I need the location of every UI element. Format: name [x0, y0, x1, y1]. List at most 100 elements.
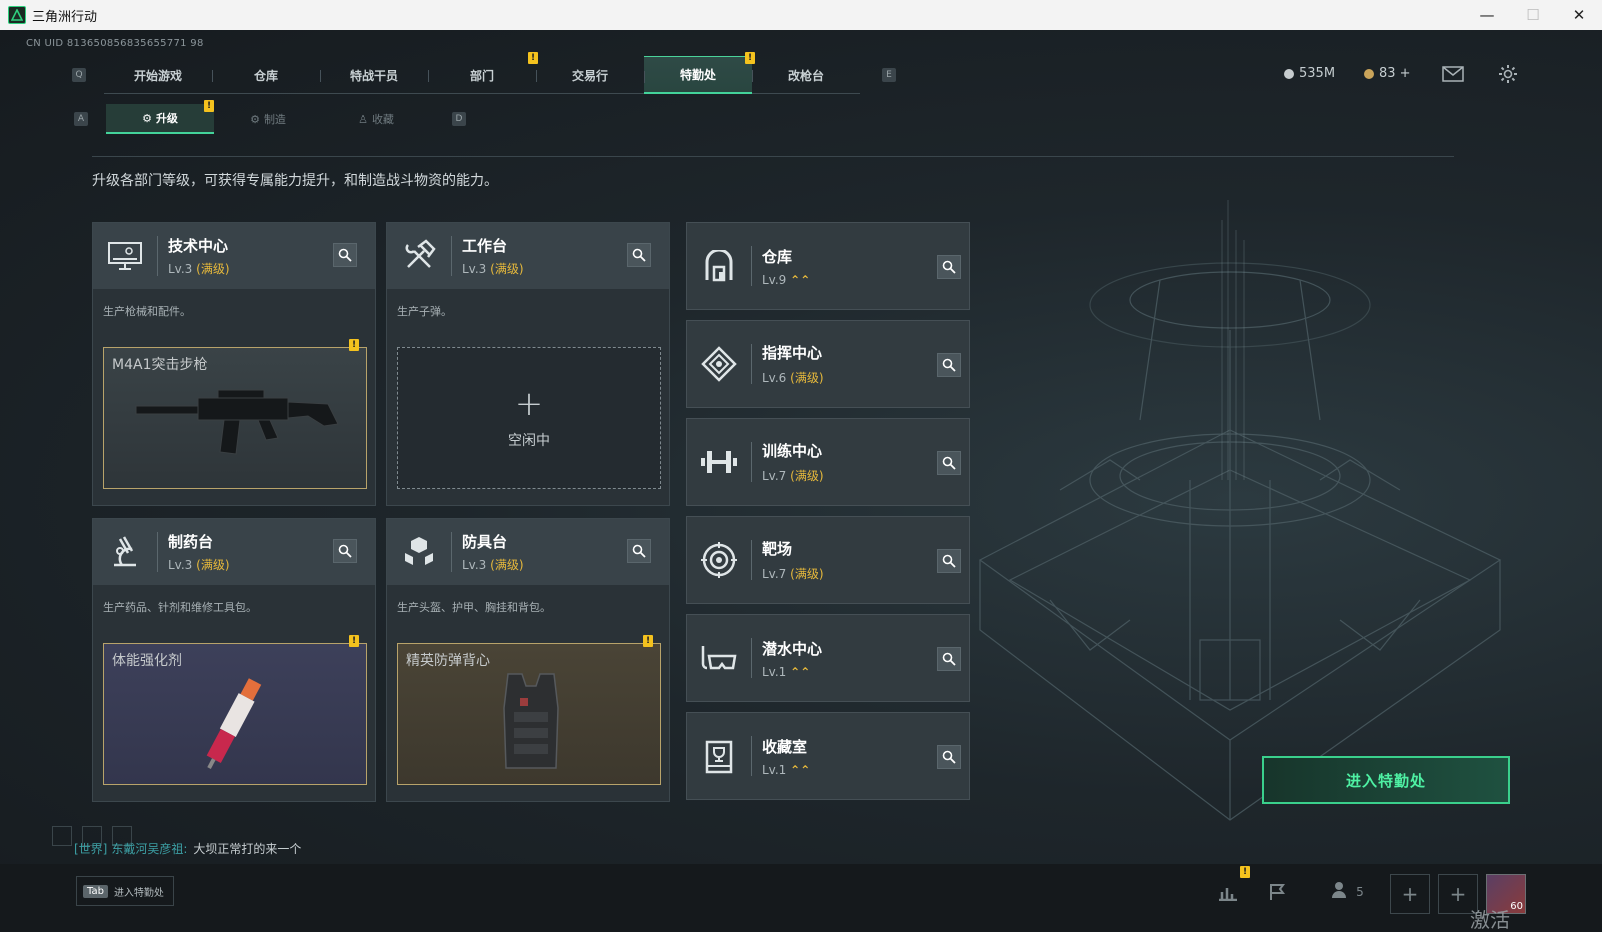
upgrade-alert-badge: !: [204, 100, 214, 112]
slot-alert-badge: !: [349, 635, 359, 647]
world-chat-line[interactable]: [世界] 东戴河吴彦祖: 大坝正常打的来一个: [74, 840, 301, 857]
search-button[interactable]: [937, 255, 961, 279]
card-training-center[interactable]: 训练中心 Lv.7 (满级): [686, 418, 970, 506]
maximize-button[interactable]: ☐: [1510, 0, 1556, 30]
search-button[interactable]: [333, 243, 357, 267]
tab-key: Tab: [83, 884, 108, 898]
subtab-upgrade-label: 升级: [155, 112, 178, 125]
slot-item-name: 体能强化剂: [112, 653, 182, 669]
player-uid: CN UID 813650856835655771 98: [26, 38, 204, 49]
tab-operators[interactable]: 特战干员: [320, 56, 428, 94]
search-button[interactable]: [333, 539, 357, 563]
card-title: 训练中心: [762, 442, 823, 460]
card-title: 靶场: [762, 540, 793, 558]
header-separator: [751, 540, 752, 580]
flag-icon[interactable]: [1264, 878, 1292, 906]
card-workbench[interactable]: 工作台 Lv.3 (满级) 生产子弹。 + 空闲中: [386, 222, 670, 506]
card-diving-center[interactable]: 潜水中心 Lv.1 ⌃⌃: [686, 614, 970, 702]
tab-start-game[interactable]: 开始游戏: [104, 56, 212, 94]
card-title: 防具台: [462, 533, 508, 551]
upgrade-gear-icon: ⚙: [142, 111, 152, 125]
header-separator: [451, 236, 452, 276]
rifle-image: [135, 389, 339, 455]
header-separator: [157, 236, 158, 276]
card-warehouse[interactable]: 仓库 Lv.9 ⌃⌃: [686, 222, 970, 310]
production-slot[interactable]: 体能强化剂: [103, 643, 367, 785]
subtab-upgrade[interactable]: ⚙ 升级: [106, 104, 214, 134]
nav-next-key[interactable]: E: [882, 68, 896, 82]
syringe-image: [206, 678, 262, 769]
hammer-wrench-icon: [387, 223, 451, 289]
search-icon: [632, 248, 646, 262]
production-slot[interactable]: 精英防弹背心: [397, 643, 661, 785]
subnav-prev-key[interactable]: A: [74, 112, 88, 126]
money-icon: [1284, 68, 1294, 79]
command-icon: [687, 320, 751, 408]
game-screen: CN UID 813650856835655771 98 Q 开始游戏 仓库 特…: [0, 30, 1602, 932]
card-title: 仓库: [762, 247, 793, 266]
production-slot-empty[interactable]: + 空闲中: [397, 347, 661, 489]
chat-user[interactable]: 东戴河吴彦祖:: [111, 842, 187, 856]
level-value: Lv.1: [762, 664, 787, 679]
search-button[interactable]: [627, 243, 651, 267]
search-button[interactable]: [937, 745, 961, 769]
search-button[interactable]: [937, 451, 961, 475]
tab-trade[interactable]: 交易行: [536, 56, 644, 94]
tab-hint-label: 进入特勤处: [113, 887, 164, 899]
search-button[interactable]: [937, 549, 961, 573]
mail-icon[interactable]: [1442, 63, 1464, 85]
nav-prev-key[interactable]: Q: [72, 68, 86, 82]
tab-special-ops[interactable]: 特勤处: [644, 56, 752, 94]
search-button[interactable]: [937, 647, 961, 671]
chat-message: 大坝正常打的来一个: [193, 842, 302, 856]
monitor-icon: [93, 223, 157, 289]
search-icon: [338, 544, 352, 558]
enter-special-ops-button[interactable]: 进入特勤处: [1262, 756, 1510, 804]
subtab-collection[interactable]: ♙ 收藏: [322, 104, 430, 134]
card-command-center[interactable]: 指挥中心 Lv.6 (满级): [686, 320, 970, 408]
party-slot-add-button[interactable]: +: [1390, 874, 1430, 914]
friends-button[interactable]: 5: [1326, 878, 1370, 906]
settings-gear-icon[interactable]: [1497, 63, 1519, 85]
tab-warehouse[interactable]: 仓库: [212, 56, 320, 94]
search-button[interactable]: [627, 539, 651, 563]
tab-gunsmith[interactable]: 改枪台: [752, 56, 860, 94]
production-slot[interactable]: M4A1突击步枪: [103, 347, 367, 489]
search-icon: [942, 456, 956, 470]
card-description: 生产药品、针剂和维修工具包。: [103, 601, 257, 614]
card-title: 潜水中心: [762, 639, 823, 658]
stats-chart-icon[interactable]: [1214, 878, 1242, 906]
level-value: Lv.3: [462, 558, 487, 572]
card-level: Lv.3 (满级): [462, 556, 524, 573]
header-separator: [157, 532, 158, 572]
card-shooting-range[interactable]: 靶场 Lv.7 (满级): [686, 516, 970, 604]
subtab-craft[interactable]: ⚙ 制造: [214, 104, 322, 134]
search-icon: [632, 544, 646, 558]
search-button[interactable]: [937, 353, 961, 377]
tab-department[interactable]: 部门: [428, 56, 536, 94]
dumbbell-icon: [687, 418, 751, 506]
card-pharmacy[interactable]: 制药台 Lv.3 (满级) 生产药品、针剂和维修工具包。 体能强化剂 !: [92, 518, 376, 802]
card-header: 技术中心 Lv.3 (满级): [93, 223, 375, 289]
max-level-tag: (满级): [196, 558, 230, 572]
coin-display[interactable]: 83 +: [1364, 66, 1411, 81]
card-level: Lv.3 (满级): [168, 260, 230, 277]
subnav-next-key[interactable]: D: [452, 112, 466, 126]
close-button[interactable]: ✕: [1556, 0, 1602, 30]
search-icon: [942, 358, 956, 372]
card-armor-bench[interactable]: 防具台 Lv.3 (满级) 生产头盔、护甲、胸挂和背包。 精英防弹背心 !: [386, 518, 670, 802]
subtab-collection-label: 收藏: [371, 113, 394, 126]
tab-enter-hint[interactable]: Tab 进入特勤处: [76, 876, 174, 906]
level-value: Lv.9: [762, 272, 787, 287]
max-level-tag: (满级): [196, 262, 230, 276]
search-icon: [338, 248, 352, 262]
card-level: Lv.7 (满级): [762, 565, 824, 582]
card-tech-center[interactable]: 技术中心 Lv.3 (满级) 生产枪械和配件。 M4A1突击步枪 !: [92, 222, 376, 506]
bottom-bar: Tab 进入特勤处 ! 5 + + 60 激活 Windows: [0, 864, 1602, 932]
minimize-button[interactable]: —: [1464, 0, 1510, 30]
windows-activation-watermark: 激活 Windows: [1470, 908, 1510, 932]
level-value: Lv.7: [762, 469, 787, 483]
card-title: 指挥中心: [762, 344, 823, 362]
card-collection-room[interactable]: 收藏室 Lv.1 ⌃⌃: [686, 712, 970, 800]
microscope-icon: [93, 519, 157, 585]
